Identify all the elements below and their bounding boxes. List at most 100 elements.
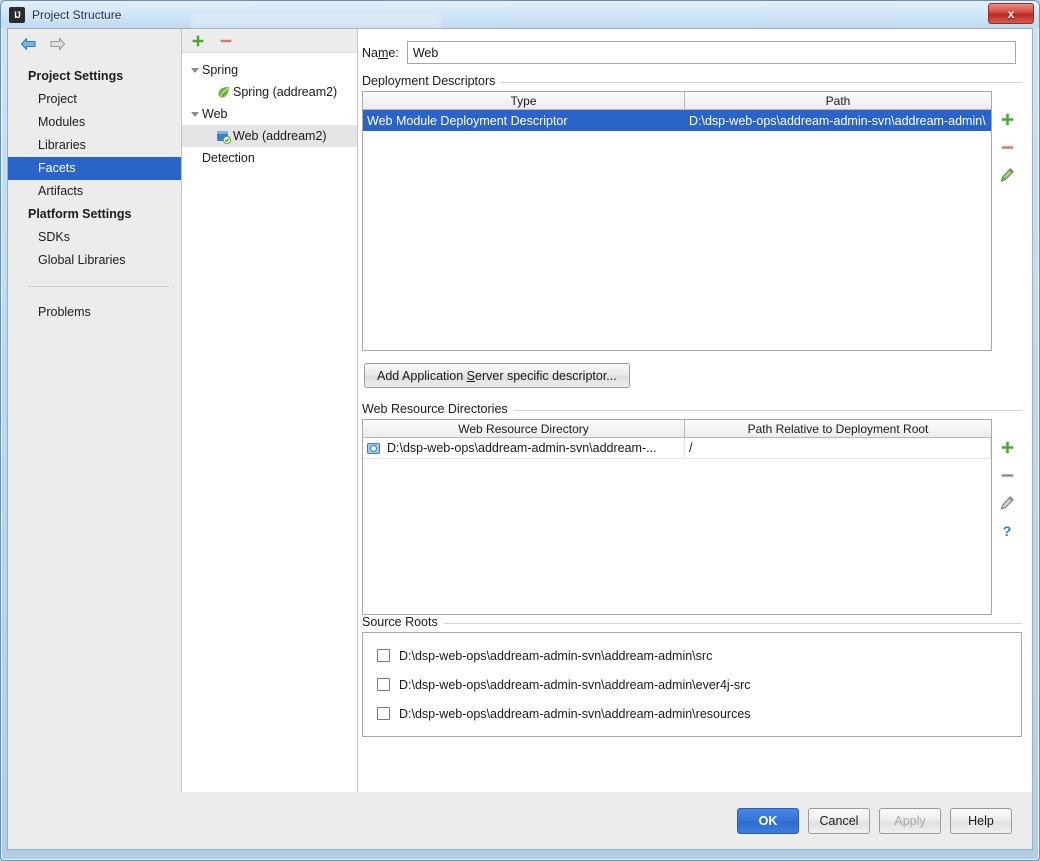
section-rule [501,81,1022,83]
cell-path: D:\dsp-web-ops\addream-admin-svn\addream… [689,113,986,128]
chevron-down-icon[interactable] [188,67,202,73]
tree-row[interactable]: Spring [182,59,357,81]
section-rule [443,622,1022,624]
sidebar-list: Project Settings Project Modules Librari… [8,59,181,324]
sidebar-item-sdks[interactable]: SDKs [8,226,181,249]
remove-web-resource-button[interactable] [998,466,1016,484]
table-body: Web Module Deployment Descriptor D:\dsp-… [363,110,991,350]
list-item[interactable]: D:\dsp-web-ops\addream-admin-svn\addream… [363,641,1021,670]
dialog-body: Project Settings Project Modules Librari… [7,28,1033,792]
list-item[interactable]: D:\dsp-web-ops\addream-admin-svn\addream… [363,670,1021,699]
sidebar-item-libraries[interactable]: Libraries [8,134,181,157]
svg-text:?: ? [1003,523,1012,539]
column-header-path[interactable]: Path [685,92,991,110]
folder-web-icon [367,442,383,455]
source-roots-title: Source Roots [362,615,1022,632]
project-structure-dialog: IJ Project Structure x Project Settings … [0,0,1040,861]
sidebar-item-artifacts[interactable]: Artifacts [8,180,181,203]
facet-detail-panel: Name: Deployment Descriptors Type Path [358,29,1032,792]
title-bar: IJ Project Structure x [1,1,1039,28]
cell-text: D:\dsp-web-ops\addream-admin-svn\addream… [387,441,657,455]
plus-icon[interactable] [191,34,205,48]
tree-row[interactable]: Spring (addream2) [182,81,357,103]
web-resource-directories-buttons: ? [992,419,1022,615]
facet-tree-toolbar [182,29,357,53]
settings-sidebar: Project Settings Project Modules Librari… [8,29,182,792]
tree-node-label: Web (addream2) [233,129,327,143]
source-root-checkbox[interactable] [377,678,390,691]
tree-node-label: Web [202,107,228,121]
web-resource-directories-block: Web Resource Directory Path Relative to … [362,419,1022,615]
tree-node-label: Detection [202,151,255,165]
sidebar-item-facets[interactable]: Facets [8,157,181,180]
close-icon[interactable]: x [988,3,1034,24]
sidebar-item-problems[interactable]: Problems [8,301,181,324]
apply-button[interactable]: Apply [879,807,941,834]
facet-tree: Spring Spring (addream2) Web Web (addrea… [182,53,357,792]
arrow-left-icon[interactable] [20,37,37,51]
table-header: Type Path [363,92,991,110]
sidebar-group-project-settings: Project Settings [28,69,124,83]
sidebar-item-project[interactable]: Project [8,88,181,111]
navigation-buttons [8,29,181,59]
name-input[interactable] [406,41,1016,64]
ok-button[interactable]: OK [737,807,799,834]
name-label: Name: [362,45,399,60]
tree-row[interactable]: Web [182,103,357,125]
table-header: Web Resource Directory Path Relative to … [363,420,991,438]
add-descriptor-button-row: Add Application Server specific descript… [362,351,1022,402]
source-root-label: D:\dsp-web-ops\addream-admin-svn\addream… [399,677,751,692]
web-facet-icon [216,129,233,144]
deployment-descriptors-buttons [992,91,1022,351]
sidebar-divider [28,286,169,287]
arrow-right-icon[interactable] [49,37,66,51]
table-row[interactable]: D:\dsp-web-ops\addream-admin-svn\addream… [363,438,991,459]
section-label: Source Roots [362,615,438,629]
tree-row[interactable]: Web (addream2) [182,125,357,147]
deployment-descriptors-block: Type Path Web Module Deployment Descript… [362,91,1022,351]
pencil-edit-icon[interactable] [998,166,1016,184]
facet-tree-panel: Spring Spring (addream2) Web Web (addrea… [182,29,358,792]
sidebar-item-modules[interactable]: Modules [8,111,181,134]
add-web-resource-button[interactable] [998,438,1016,456]
question-help-icon[interactable]: ? [998,522,1016,540]
remove-descriptor-button[interactable] [998,138,1016,156]
cancel-button[interactable]: Cancel [808,807,870,834]
tree-node-label: Spring (addream2) [233,85,338,99]
cell-web-resource-directory: D:\dsp-web-ops\addream-admin-svn\addream… [363,438,685,459]
window-title: Project Structure [32,7,122,22]
add-application-server-descriptor-button[interactable]: Add Application Server specific descript… [364,363,630,388]
intellij-idea-icon: IJ [9,6,25,23]
section-rule [513,409,1022,411]
table-row[interactable]: Web Module Deployment Descriptor D:\dsp-… [363,110,991,131]
tree-node-label: Spring [202,63,239,77]
cell-type: Web Module Deployment Descriptor [367,113,568,128]
minus-icon[interactable] [219,34,233,48]
source-root-checkbox[interactable] [377,707,390,720]
list-item[interactable]: D:\dsp-web-ops\addream-admin-svn\addream… [363,699,1021,728]
chevron-down-icon[interactable] [188,111,202,117]
spring-leaf-icon [216,85,233,100]
deployment-descriptors-title: Deployment Descriptors [362,74,1022,91]
source-root-label: D:\dsp-web-ops\addream-admin-svn\addream… [399,648,713,663]
help-button[interactable]: Help [950,807,1012,834]
deployment-descriptors-table: Type Path Web Module Deployment Descript… [362,91,992,351]
column-header-relative-path[interactable]: Path Relative to Deployment Root [685,420,991,438]
sidebar-item-global-libraries[interactable]: Global Libraries [8,249,181,272]
column-header-web-resource-directory[interactable]: Web Resource Directory [363,420,685,438]
source-root-checkbox[interactable] [377,649,390,662]
cell-relative-path: / [685,438,991,459]
column-header-type[interactable]: Type [363,92,685,110]
source-root-label: D:\dsp-web-ops\addream-admin-svn\addream… [399,706,751,721]
section-label: Deployment Descriptors [362,74,496,88]
window-bottom-edge [1,850,1039,860]
section-label: Web Resource Directories [362,402,508,416]
pencil-edit-icon[interactable] [998,494,1016,512]
web-resource-directories-title: Web Resource Directories [362,402,1022,419]
tree-row[interactable]: Detection [182,147,357,169]
table-body: D:\dsp-web-ops\addream-admin-svn\addream… [363,438,991,614]
source-roots-list: D:\dsp-web-ops\addream-admin-svn\addream… [362,632,1022,737]
name-row: Name: [362,39,1022,74]
titlebar-backdrop-artifact [191,15,441,28]
add-descriptor-button[interactable] [998,110,1016,128]
